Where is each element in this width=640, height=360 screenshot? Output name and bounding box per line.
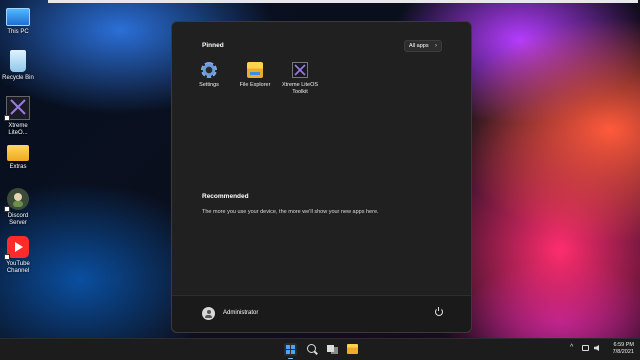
tray-chevron-up-icon[interactable]: ^ <box>570 344 573 351</box>
start-button-icon[interactable] <box>284 343 297 359</box>
all-apps-label: All apps <box>409 43 429 49</box>
clock-time: 6:59 PM <box>613 342 634 348</box>
desktop-icon-this-pc[interactable]: This PC <box>0 6 36 36</box>
top-window-edge <box>48 0 638 3</box>
network-icon[interactable] <box>582 345 589 351</box>
all-apps-button[interactable]: All apps › <box>404 40 442 52</box>
power-icon[interactable] <box>435 306 443 316</box>
task-view-icon[interactable] <box>327 345 338 354</box>
start-menu: Pinned All apps › Settings File Explorer… <box>171 21 472 333</box>
search-icon[interactable] <box>307 344 316 353</box>
recycle-bin-icon <box>10 50 26 72</box>
pinned-app-xtreme-toolkit[interactable]: Xtreme LiteOS Toolkit <box>274 62 326 96</box>
start-menu-footer: Administrator <box>172 295 471 332</box>
file-explorer-taskbar-icon[interactable] <box>347 344 358 354</box>
desktop-icon-label: Discord Server <box>7 213 29 226</box>
desktop-icon-label: Xtreme LiteO... <box>8 123 28 136</box>
xtreme-icon <box>292 62 308 78</box>
youtube-icon <box>4 236 29 260</box>
desktop-icon-label: Extras <box>9 164 27 170</box>
taskbar: ^ 6:59 PM 7/8/2021 <box>0 338 640 360</box>
shortcut-arrow-icon <box>4 115 10 121</box>
monitor-icon <box>6 8 30 26</box>
recommended-heading: Recommended <box>202 193 249 200</box>
desktop-icon-youtube-channel[interactable]: YouTube Channel <box>0 236 36 275</box>
pinned-app-settings[interactable]: Settings <box>183 62 235 89</box>
shortcut-arrow-icon <box>4 254 10 260</box>
volume-icon[interactable] <box>594 345 599 351</box>
desktop-icon-extras[interactable]: Extras <box>0 142 36 171</box>
pinned-heading: Pinned <box>202 42 224 49</box>
xtreme-icon <box>4 96 30 121</box>
folder-icon <box>7 145 29 161</box>
desktop-icon-xtreme-liteos[interactable]: Xtreme LiteO... <box>0 96 36 137</box>
discord-icon <box>4 188 29 212</box>
user-name[interactable]: Administrator <box>223 310 258 316</box>
pinned-app-label: Xtreme LiteOS Toolkit <box>281 82 319 95</box>
gear-icon <box>201 62 217 78</box>
recommended-empty-text: The more you use your device, the more w… <box>202 209 379 215</box>
pinned-app-label: Settings <box>199 82 219 88</box>
shortcut-arrow-icon <box>4 206 10 212</box>
clock-date: 7/8/2021 <box>612 349 634 355</box>
desktop-icon-discord-server[interactable]: Discord Server <box>0 188 36 227</box>
desktop-icon-label: This PC <box>7 29 29 35</box>
user-avatar-icon[interactable] <box>202 307 215 320</box>
system-clock[interactable]: 6:59 PM 7/8/2021 <box>613 342 634 356</box>
chevron-right-icon: › <box>435 43 437 49</box>
desktop-icon-label: YouTube Channel <box>6 261 30 274</box>
desktop-icon-recycle-bin[interactable]: Recycle Bin <box>0 50 36 82</box>
folder-icon <box>247 62 263 78</box>
desktop-icon-label: Recycle Bin <box>2 75 34 81</box>
